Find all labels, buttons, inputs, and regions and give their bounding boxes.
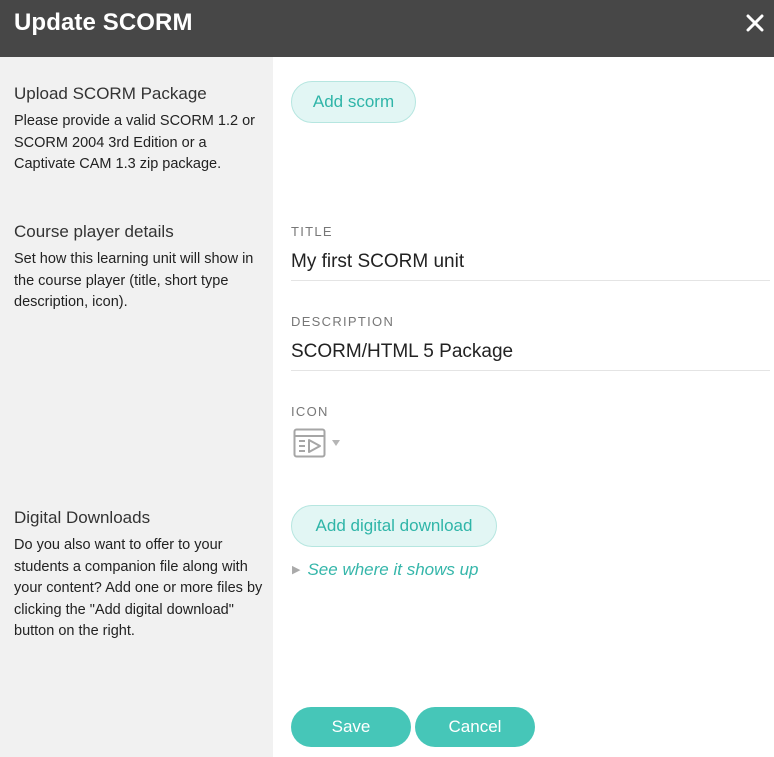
player-section-description: Set how this learning unit will show in … <box>14 251 254 310</box>
video-player-icon <box>293 428 340 458</box>
modal-title: Update SCORM <box>14 9 193 36</box>
save-button[interactable]: Save <box>291 707 411 747</box>
chevron-down-icon <box>332 440 340 446</box>
update-scorm-modal: Update SCORM Upload SCORM Package Please… <box>0 0 774 757</box>
add-digital-download-button[interactable]: Add digital download <box>291 505 497 547</box>
description-label: DESCRIPTION <box>291 314 395 329</box>
upload-section-heading: Upload SCORM Package <box>14 84 207 103</box>
modal-header: Update SCORM <box>0 0 774 57</box>
triangle-right-icon: ▶ <box>292 564 301 576</box>
disclosure-label: See where it shows up <box>307 560 479 579</box>
downloads-section-description: Do you also want to offer to your studen… <box>14 537 263 639</box>
title-field[interactable]: My first SCORM unit <box>291 248 770 281</box>
cancel-button[interactable]: Cancel <box>415 707 535 747</box>
close-icon[interactable] <box>744 12 766 34</box>
see-where-it-shows-up-toggle[interactable]: ▶ See where it shows up <box>292 560 479 580</box>
right-form-panel <box>273 57 774 757</box>
description-field[interactable]: SCORM/HTML 5 Package <box>291 338 770 371</box>
add-scorm-button[interactable]: Add scorm <box>291 81 416 123</box>
downloads-section-heading: Digital Downloads <box>14 508 151 527</box>
icon-picker-dropdown[interactable] <box>293 428 343 460</box>
title-label: TITLE <box>291 224 333 239</box>
icon-label: ICON <box>291 404 329 419</box>
player-section-heading: Course player details <box>14 222 174 241</box>
upload-section-description: Please provide a valid SCORM 1.2 or SCOR… <box>14 113 255 172</box>
